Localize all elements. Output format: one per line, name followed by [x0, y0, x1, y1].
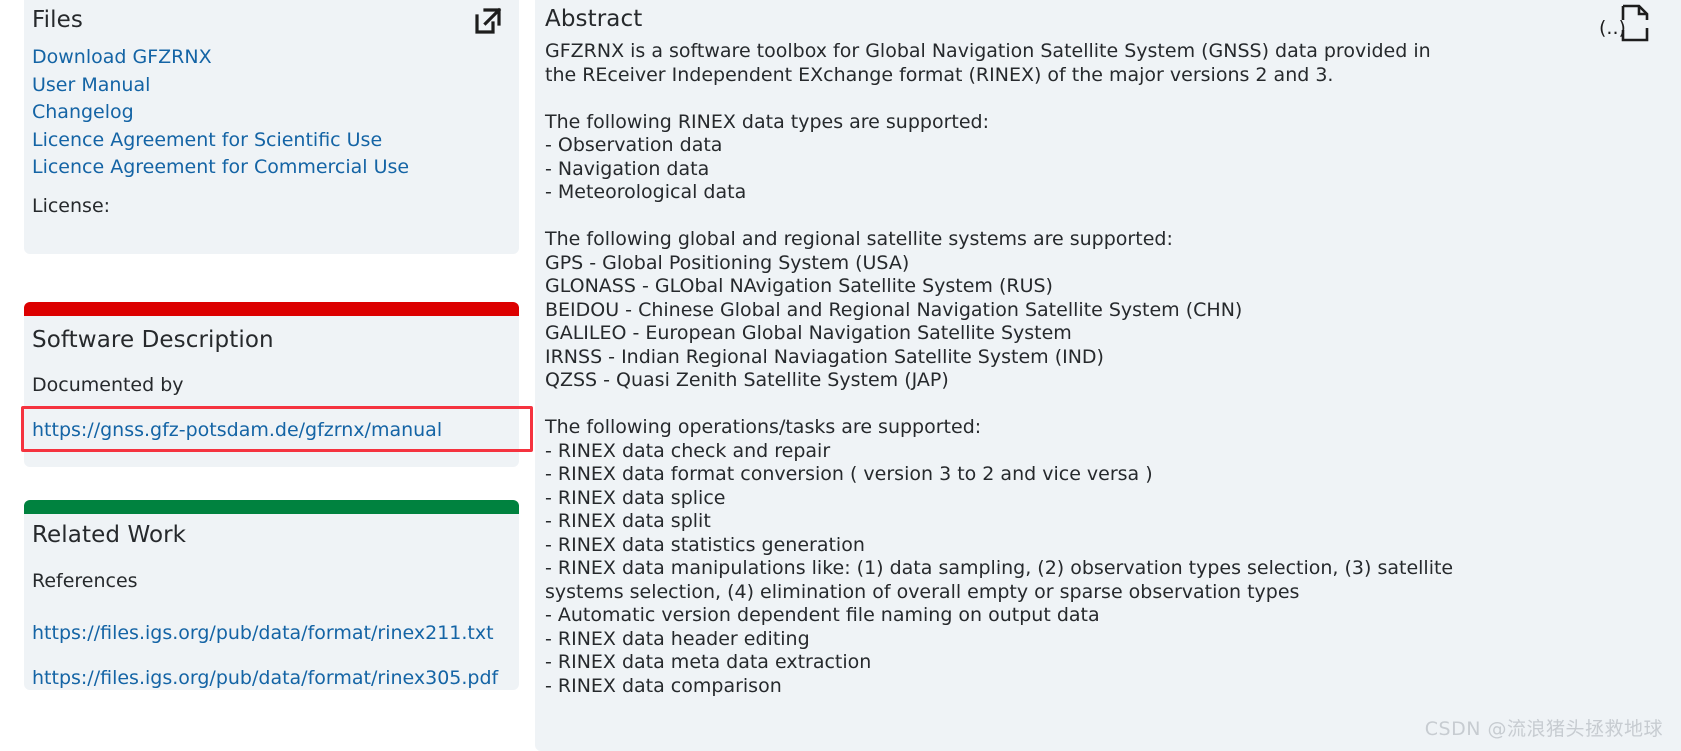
page-root: Files Download GFZRNX User Manual Change…: [0, 0, 1681, 751]
reference-link-rinex305[interactable]: https://files.igs.org/pub/data/format/ri…: [32, 656, 552, 701]
files-panel-title: Files: [32, 7, 83, 33]
files-link-licence-commercial[interactable]: Licence Agreement for Commercial Use: [32, 154, 502, 182]
files-panel: Files Download GFZRNX User Manual Change…: [24, 0, 519, 254]
license-label: License:: [32, 195, 111, 217]
files-link-download-gfzrnx[interactable]: Download GFZRNX: [32, 44, 502, 72]
abstract-body-text: GFZRNX is a software toolbox for Global …: [545, 40, 1454, 697]
related-work-panel: Related Work References https://files.ig…: [24, 500, 519, 690]
manual-url-link[interactable]: https://gnss.gfz-potsdam.de/gfzrnx/manua…: [32, 419, 442, 441]
software-description-title: Software Description: [32, 327, 274, 353]
related-work-title: Related Work: [32, 522, 187, 548]
external-link-icon[interactable]: [471, 4, 505, 38]
abstract-panel: Abstract (..) GFZRNX is a software toolb…: [535, 0, 1681, 751]
related-work-accent-bar: [24, 500, 519, 514]
files-link-user-manual[interactable]: User Manual: [32, 72, 502, 100]
reference-link-rinex211[interactable]: https://files.igs.org/pub/data/format/ri…: [32, 611, 552, 656]
csdn-watermark: CSDN @流浪猪头拯救地球: [1424, 718, 1663, 740]
software-panel-accent-bar: [24, 302, 519, 316]
files-link-licence-scientific[interactable]: Licence Agreement for Scientific Use: [32, 127, 502, 155]
software-description-panel: Software Description Documented by https…: [24, 302, 519, 467]
abstract-title: Abstract: [545, 6, 643, 32]
references-link-list: https://files.igs.org/pub/data/format/ri…: [32, 611, 552, 701]
documented-by-label: Documented by: [32, 374, 184, 396]
files-link-changelog[interactable]: Changelog: [32, 99, 502, 127]
svg-text:(..): (..): [1599, 17, 1626, 39]
files-link-list: Download GFZRNX User Manual Changelog Li…: [32, 44, 502, 182]
references-label: References: [32, 570, 138, 592]
